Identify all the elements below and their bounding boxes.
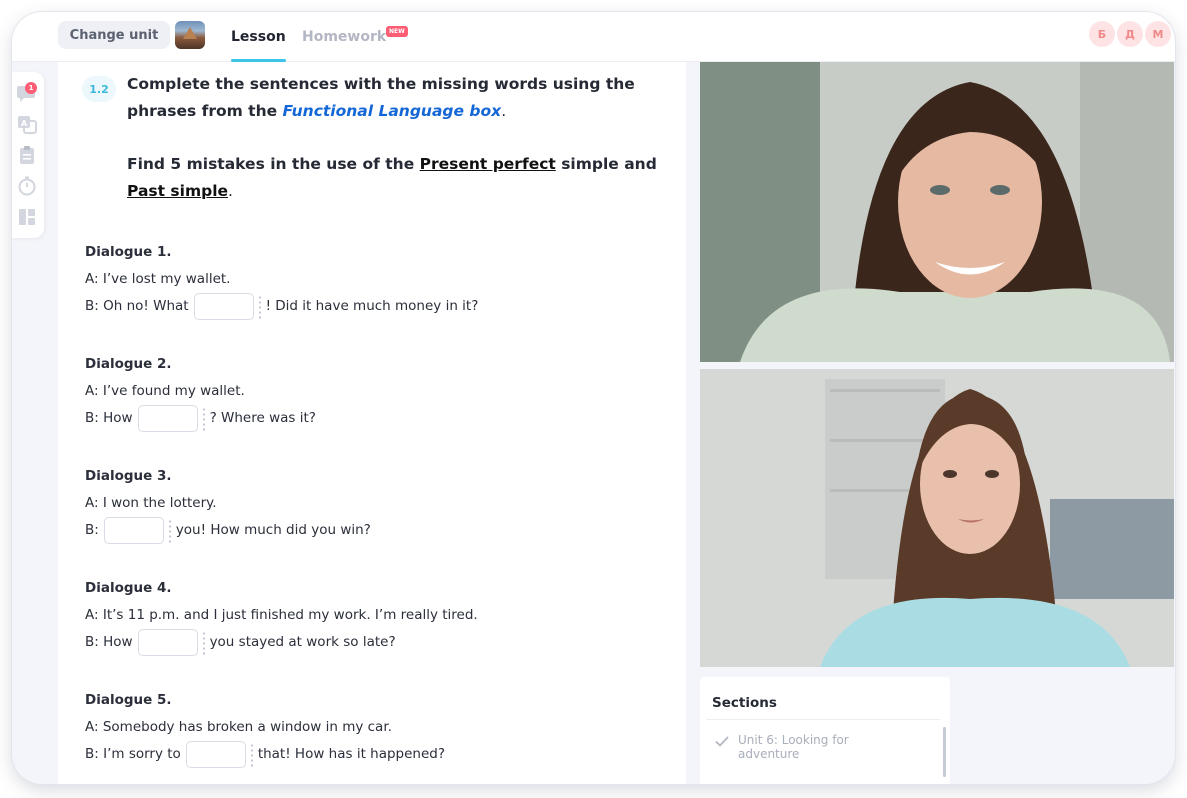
dialogue-line-b: B: Oh no! What ! Did it have much money … [85,293,478,320]
tab-homework[interactable]: Homework [302,12,386,62]
layout-icon[interactable] [16,206,38,228]
participant-video-image [700,62,1174,362]
answer-blank-input[interactable] [137,629,198,656]
video-tile-teacher[interactable] [700,62,1174,362]
dialogue-line-b: B: How you stayed at work so late? [85,629,478,656]
present-perfect-term: Present perfect [419,155,556,173]
answer-blank-input[interactable] [137,405,198,432]
exercise-instruction: Complete the sentences with the missing … [127,75,635,120]
tool-rail: 1 A [12,72,44,238]
dialogue-line-a: A: I’ve found my wallet. [85,383,245,399]
drag-handle[interactable] [201,406,206,431]
dialogue-line-a: A: I won the lottery. [85,495,217,511]
top-bar: Change unit Lesson Homework NEW Б Д М [12,12,1175,62]
change-unit-button[interactable]: Change unit [58,21,170,49]
answer-blank-input[interactable] [185,741,246,768]
homework-new-badge: NEW [386,26,408,37]
dialogue-line-b: B: I’m sorry to that! How has it happene… [85,741,445,768]
avatar[interactable]: М [1145,21,1171,47]
dialogue-line-a: A: I’ve lost my wallet. [85,271,231,287]
dialogue-title: Dialogue 5. [85,692,172,708]
drag-handle[interactable] [167,518,172,543]
clipboard-icon[interactable] [16,144,38,166]
exercise-instruction-2: Find 5 mistakes in the use of the Presen… [127,155,657,200]
sections-title: Sections [712,695,777,711]
participant-video-image [700,369,1174,667]
avatar[interactable]: Б [1089,21,1115,47]
participant-avatars: Б Д М [1089,21,1171,47]
dialogue-line-b: B: How ? Where was it? [85,405,316,432]
dialogue-block: Dialogue 2. A: I’ve found my wallet. B: … [85,351,316,432]
dialogue-line-a: A: It’s 11 p.m. and I just finished my w… [85,607,478,623]
answer-blank-input[interactable] [103,517,164,544]
svg-text:A: A [21,119,28,128]
dialogue-title: Dialogue 2. [85,356,172,372]
dialogue-block: Dialogue 3. A: I won the lottery. B: you… [85,463,371,544]
dialogue-block: Dialogue 5. A: Somebody has broken a win… [85,687,445,768]
check-icon [715,736,729,747]
sections-scrollbar[interactable] [943,727,946,777]
app-window: Change unit Lesson Homework NEW Б Д М 1 … [12,12,1175,784]
unit-thumbnail-image[interactable] [175,21,205,49]
section-item-label: Unit 6: Looking for adventure [738,733,849,761]
tab-lesson[interactable]: Lesson [231,12,286,62]
instruction-text: Find 5 mistakes in the use of the [127,155,420,173]
past-simple-term: Past simple [127,182,229,200]
video-tile-student[interactable] [700,369,1174,667]
dialogue-line-b: B: you! How much did you win? [85,517,371,544]
divider [706,719,940,720]
lesson-content: 1.2 Complete the sentences with the miss… [58,62,686,784]
answer-blank-input[interactable] [193,293,254,320]
chat-badge: 1 [25,82,37,94]
dialogue-block: Dialogue 1. A: I’ve lost my wallet. B: O… [85,239,478,320]
drag-handle[interactable] [201,630,206,655]
dialogue-title: Dialogue 1. [85,244,172,260]
dialogue-line-a: A: Somebody has broken a window in my ca… [85,719,392,735]
drag-handle[interactable] [249,742,254,767]
avatar[interactable]: Д [1117,21,1143,47]
exercise-number: 1.2 [82,76,116,102]
timer-icon[interactable] [16,175,38,197]
functional-language-box-link[interactable]: Functional Language box [283,102,502,120]
section-item[interactable]: Unit 6: Looking for adventure [714,733,888,761]
translate-icon[interactable]: A [16,113,38,135]
drag-handle[interactable] [257,294,262,319]
dialogue-title: Dialogue 4. [85,580,172,596]
sections-panel: Sections Unit 6: Looking for adventure [700,677,950,784]
dialogue-block: Dialogue 4. A: It’s 11 p.m. and I just f… [85,575,478,656]
dialogue-title: Dialogue 3. [85,468,172,484]
